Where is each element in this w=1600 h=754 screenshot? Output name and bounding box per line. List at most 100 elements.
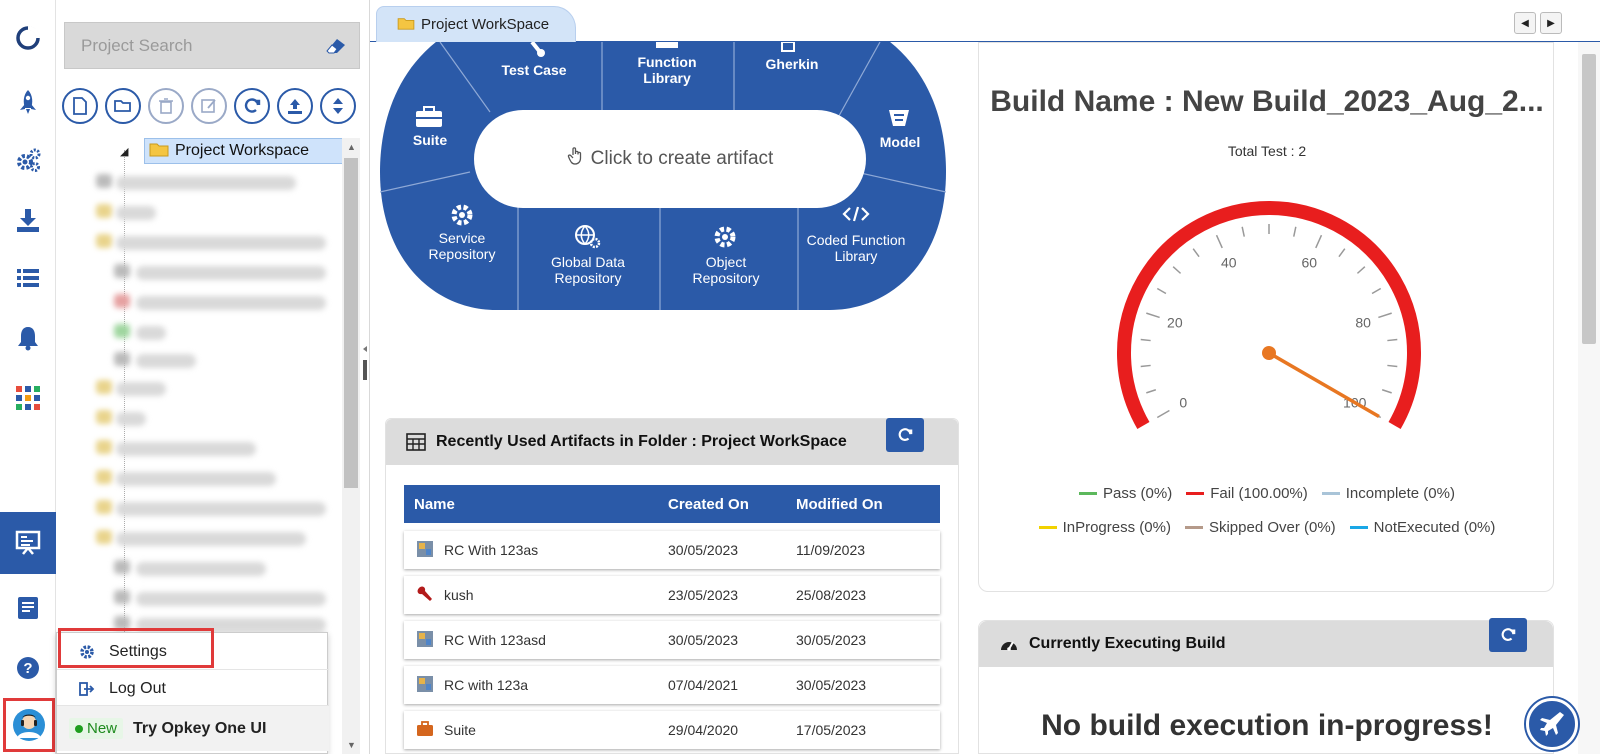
tree-item-blurred[interactable] [96, 470, 112, 484]
wheel-global-data-repository[interactable]: Global Data Repository [538, 254, 638, 286]
table-row[interactable]: RC with 123a 07/04/2021 30/05/2023 [404, 666, 940, 704]
tree-item-blurred-label [116, 502, 326, 516]
wheel-gherkin[interactable]: Gherkin [754, 56, 830, 72]
tree-root-project-workspace[interactable]: Project Workspace [144, 138, 348, 164]
table-row[interactable]: Suite 29/04/2020 17/05/2023 [404, 711, 940, 749]
delete-icon [159, 98, 173, 114]
tree-item-blurred[interactable] [114, 352, 130, 366]
create-artifact-button[interactable]: Click to create artifact [474, 110, 866, 208]
legend-incomplete[interactable]: Incomplete (0%) [1321, 485, 1455, 502]
wheel-function-library[interactable]: Function Library [624, 54, 710, 86]
tree-item-blurred[interactable] [96, 410, 112, 424]
panel-splitter[interactable] [360, 340, 370, 390]
sort-button[interactable] [320, 88, 356, 124]
row-modified: 30/05/2023 [796, 632, 867, 648]
new-file-button[interactable] [62, 88, 98, 124]
svg-text:?: ? [23, 660, 32, 677]
tree-item-blurred-label [136, 592, 326, 606]
wheel-service-repository[interactable]: Service Repository [416, 230, 508, 262]
legend-label: InProgress (0%) [1062, 519, 1171, 536]
user-avatar-button[interactable] [3, 698, 55, 752]
book-icon[interactable] [10, 590, 46, 626]
gherkin-icon [781, 42, 795, 52]
tree-item-blurred[interactable] [114, 560, 130, 574]
table-row[interactable]: RC With 123as 30/05/2023 11/09/2023 [404, 531, 940, 569]
tree-item-blurred[interactable] [96, 380, 112, 394]
tree-item-blurred[interactable] [96, 174, 112, 188]
tree-item-blurred[interactable] [96, 440, 112, 454]
wheel-suite[interactable]: Suite [402, 132, 458, 148]
tree-root-expander[interactable]: ◢ [120, 145, 128, 158]
bell-icon[interactable] [10, 320, 46, 356]
download-icon[interactable] [10, 202, 46, 238]
legend-skipped[interactable]: Skipped Over (0%) [1184, 519, 1336, 536]
legend-notexecuted[interactable]: NotExecuted (0%) [1349, 519, 1495, 536]
main-scrollbar-thumb[interactable] [1582, 54, 1596, 344]
tab-scroll-right-button[interactable]: ▶ [1540, 12, 1562, 34]
model-icon [889, 110, 909, 126]
tree-item-blurred[interactable] [114, 294, 130, 308]
refresh-tree-button[interactable] [234, 88, 270, 124]
gauge-tick [1140, 338, 1151, 342]
gauge-tick-label: 0 [1179, 395, 1187, 411]
recent-artifacts-title: Recently Used Artifacts in Folder : Proj… [436, 433, 847, 450]
row-name: RC With 123asd [444, 632, 546, 648]
menu-try-opkey-one[interactable]: New Try Opkey One UI [57, 705, 329, 751]
main-scrollbar[interactable] [1578, 42, 1600, 754]
legend-inprogress[interactable]: InProgress (0%) [1038, 519, 1171, 536]
table-row[interactable]: RC With 123asd 30/05/2023 30/05/2023 [404, 621, 940, 659]
help-icon[interactable]: ? [10, 650, 46, 686]
menu-logout[interactable]: Log Out [57, 669, 329, 707]
list-icon[interactable] [10, 260, 46, 296]
rocket-icon[interactable] [10, 84, 46, 120]
row-created: 07/04/2021 [668, 677, 739, 693]
wheel-coded-function-library[interactable]: Coded Function Library [800, 232, 912, 264]
tab-scroll-left-button[interactable]: ◀ [1514, 12, 1536, 34]
legend-pass[interactable]: Pass (0%) [1079, 485, 1172, 502]
legend-label: Pass (0%) [1103, 485, 1173, 502]
column-header-name[interactable]: Name [414, 496, 455, 513]
tree-item-blurred[interactable] [96, 500, 112, 514]
legend-swatch [1038, 526, 1057, 529]
open-folder-button[interactable] [105, 88, 141, 124]
executing-refresh-button[interactable] [1489, 618, 1527, 652]
tree-item-blurred[interactable] [96, 234, 112, 248]
legend-swatch [1184, 526, 1203, 529]
wheel-function-library-label-2: Library [643, 70, 691, 86]
tree-item-blurred[interactable] [96, 530, 112, 544]
floating-action-button[interactable] [1526, 698, 1578, 750]
total-test-count: Total Test : 2 [1227, 143, 1307, 159]
clear-search-eraser-icon[interactable] [323, 35, 347, 60]
gauge-tick [1356, 266, 1366, 274]
wheel-model[interactable]: Model [870, 134, 930, 150]
column-header-modified[interactable]: Modified On [796, 496, 883, 513]
tree-item-blurred[interactable] [114, 590, 130, 604]
tab-project-workspace[interactable]: Project WorkSpace [376, 6, 576, 42]
tree-scrollbar[interactable]: ▲ ▼ [342, 138, 360, 754]
scroll-up-arrow-icon[interactable]: ▲ [347, 142, 356, 152]
wheel-object-repository[interactable]: Object Repository [676, 254, 776, 286]
apps-grid-icon[interactable] [10, 380, 46, 416]
column-header-created[interactable]: Created On [668, 496, 749, 513]
gears-icon[interactable] [10, 142, 46, 178]
legend-fail[interactable]: Fail (100.00%) [1186, 485, 1308, 502]
gauge-needle-hub [1262, 346, 1276, 360]
edit-button[interactable] [191, 88, 227, 124]
build-name-title: Build Name : New Build_2023_Aug_2... [990, 85, 1544, 118]
opkey-logo-icon[interactable] [10, 20, 46, 56]
tree-item-blurred[interactable] [114, 264, 130, 278]
tree-scrollbar-thumb[interactable] [344, 158, 358, 488]
upload-button[interactable] [277, 88, 313, 124]
dashboard-nav-active[interactable] [0, 512, 66, 574]
recent-refresh-button[interactable] [886, 418, 924, 452]
gauge-tick [1146, 389, 1157, 394]
currently-executing-panel: Currently Executing Build No build execu… [978, 618, 1554, 754]
wheel-test-case[interactable]: Test Case [496, 62, 572, 78]
gauge-tick [1387, 338, 1398, 342]
tree-item-blurred[interactable] [114, 324, 130, 338]
table-row[interactable]: kush 23/05/2023 25/08/2023 [404, 576, 940, 614]
delete-button[interactable] [148, 88, 184, 124]
scroll-down-arrow-icon[interactable]: ▼ [347, 740, 356, 750]
tree-item-blurred[interactable] [96, 204, 112, 218]
project-search-input[interactable]: Project Search [64, 22, 360, 69]
